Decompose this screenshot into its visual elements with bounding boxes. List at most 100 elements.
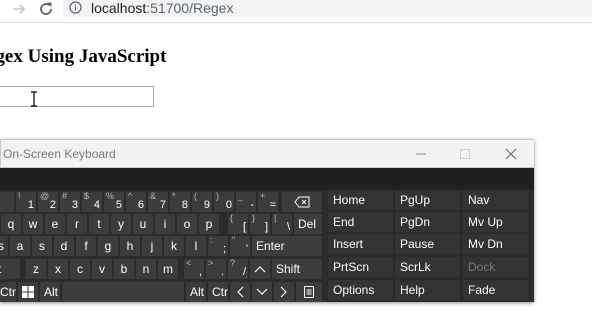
key-q[interactable]: q — [1, 214, 21, 234]
key-row1-2[interactable]: @2 — [38, 192, 58, 212]
key-i[interactable]: i — [155, 214, 175, 234]
key-label: Fade — [468, 283, 496, 297]
key-label: End — [333, 215, 355, 229]
osk-titlebar[interactable]: On-Screen Keyboard — [0, 139, 534, 168]
key-row1-4[interactable]: $4 — [82, 192, 102, 212]
key-row1-7[interactable]: & 7 — [148, 192, 168, 212]
key-row1-0[interactable] — [0, 192, 14, 212]
key-row1-11[interactable]: _ - — [236, 192, 256, 212]
key-nav[interactable]: Nav — [463, 190, 528, 210]
backspace-key[interactable] — [282, 192, 322, 212]
del-key[interactable]: Del — [294, 214, 322, 234]
key-row1-6[interactable]: ^ 6 — [126, 192, 146, 212]
left-arrow-key[interactable] — [230, 282, 250, 302]
menu-key[interactable] — [296, 282, 322, 302]
key-row1-10[interactable]: ) 0 — [214, 192, 234, 212]
key-end[interactable]: End — [328, 212, 393, 232]
key-z[interactable]: z — [26, 259, 46, 279]
key-fade[interactable]: Fade — [463, 280, 528, 300]
key-row1-9[interactable]: (9 — [192, 192, 212, 212]
key-insert[interactable]: Insert — [328, 234, 393, 254]
key-mv-up[interactable]: Mv Up — [463, 212, 528, 232]
key-row1-12[interactable]: + = — [258, 192, 278, 212]
key-label: Mv Dn — [468, 237, 503, 251]
key-row3-sym-0[interactable]: :; — [208, 236, 228, 256]
close-button[interactable] — [488, 140, 534, 168]
windows-key[interactable] — [18, 282, 38, 302]
key-label: Del — [298, 217, 317, 231]
key-shift-label: + — [260, 192, 266, 201]
key-home[interactable]: Home — [328, 190, 393, 210]
key-row4-sym-2[interactable]: ? / — [228, 259, 248, 279]
key-e[interactable]: e — [45, 214, 65, 234]
key-h-row3[interactable]: h — [120, 236, 140, 256]
address-bar[interactable]: localhost:51700/Regex — [63, 0, 592, 17]
key-scrlk[interactable]: ScrLk — [395, 257, 460, 277]
key-row3-left[interactable]: s — [0, 236, 8, 256]
key-j-row3[interactable]: j — [142, 236, 162, 256]
info-icon[interactable] — [69, 1, 82, 14]
key-row3-sym-1[interactable]: " ' — [230, 236, 250, 256]
key-v[interactable]: v — [92, 259, 112, 279]
key-label: x — [55, 262, 61, 276]
key-row4-sym-0[interactable]: <, — [184, 259, 204, 279]
up-arrow-key[interactable] — [250, 259, 270, 279]
regex-input[interactable] — [0, 86, 154, 107]
key-row2-sym-2[interactable]: | \ — [272, 214, 292, 234]
key-g-row3[interactable]: g — [98, 236, 118, 256]
key-d-row3[interactable]: d — [54, 236, 74, 256]
key-label: Ctr — [212, 285, 228, 299]
url-path: :51700/Regex — [146, 0, 234, 16]
shift-key[interactable]: Shift — [272, 259, 322, 279]
key-row1-5[interactable]: % 5 — [104, 192, 124, 212]
key-label: Alt — [44, 285, 59, 299]
enter-key[interactable]: Enter — [252, 236, 322, 256]
key-s-row3[interactable]: s — [32, 236, 52, 256]
key-a-row3[interactable]: a — [10, 236, 30, 256]
key-u[interactable]: u — [133, 214, 153, 234]
key-m[interactable]: m — [158, 259, 178, 279]
key-row2-sym-0[interactable]: {[ — [228, 214, 248, 234]
key-row1-3[interactable]: #3 — [60, 192, 80, 212]
key-t[interactable]: t — [89, 214, 109, 234]
reload-icon[interactable] — [37, 0, 55, 18]
key-dock[interactable]: Dock — [463, 257, 528, 277]
key-row4-left[interactable]: t — [0, 259, 20, 279]
ctrl-left-key[interactable]: Ctr — [0, 282, 16, 302]
key-l-row3[interactable]: l — [186, 236, 206, 256]
key-label: Mv Up — [468, 215, 503, 229]
key-c[interactable]: c — [70, 259, 90, 279]
minimize-button[interactable] — [398, 140, 444, 168]
alt-right-key[interactable]: Alt — [186, 282, 206, 302]
key-row4-sym-1[interactable]: >. — [206, 259, 226, 279]
key-p[interactable]: p — [199, 214, 219, 234]
down-arrow-key[interactable] — [252, 282, 272, 302]
key-label: o — [183, 217, 191, 231]
key-n[interactable]: n — [136, 259, 156, 279]
key-prtscn[interactable]: PrtScn — [328, 257, 393, 277]
osk-prediction-strip — [0, 168, 534, 190]
key-pgdn[interactable]: PgDn — [395, 212, 460, 232]
key-f-row3[interactable]: f — [76, 236, 96, 256]
right-arrow-key[interactable] — [274, 282, 294, 302]
key-row2-sym-1[interactable]: }] — [250, 214, 270, 234]
key-w[interactable]: w — [23, 214, 43, 234]
key-help[interactable]: Help — [395, 280, 460, 300]
alt-left-key[interactable]: Alt — [40, 282, 60, 302]
key-row1-8[interactable]: * 8 — [170, 192, 190, 212]
ctrl-right-key[interactable]: Ctr — [208, 282, 228, 302]
key-row1-1[interactable]: ! 1 — [16, 192, 36, 212]
space-key[interactable] — [62, 282, 184, 302]
key-o[interactable]: o — [177, 214, 197, 234]
key-pgup[interactable]: PgUp — [395, 190, 460, 210]
key-shift-label: } — [252, 214, 256, 223]
forward-arrow-icon[interactable] — [10, 0, 28, 18]
key-y[interactable]: y — [111, 214, 131, 234]
key-pause[interactable]: Pause — [395, 234, 460, 254]
key-r[interactable]: r — [67, 214, 87, 234]
key-k-row3[interactable]: k — [164, 236, 184, 256]
key-options[interactable]: Options — [328, 280, 393, 300]
key-b[interactable]: b — [114, 259, 134, 279]
key-mv-dn[interactable]: Mv Dn — [463, 234, 528, 254]
key-x[interactable]: x — [48, 259, 68, 279]
